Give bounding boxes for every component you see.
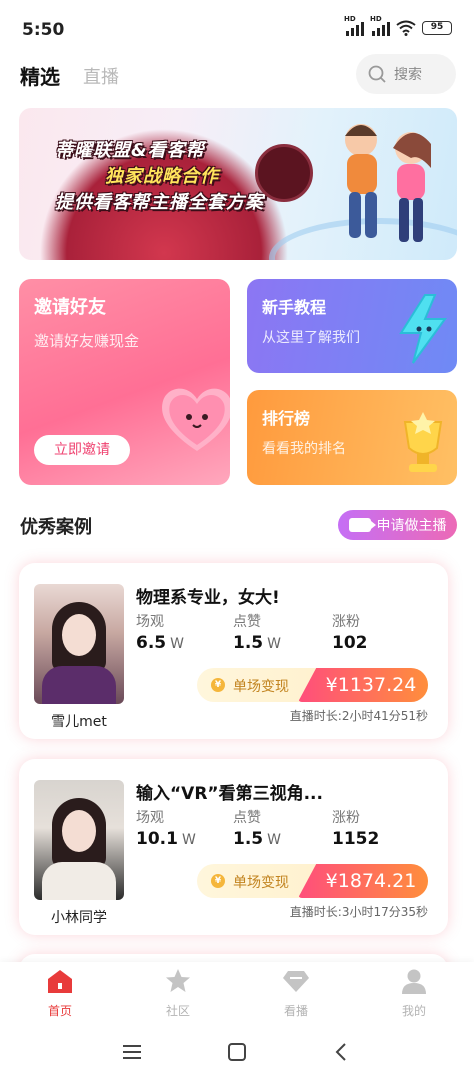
tutorial-title: 新手教程 (262, 298, 327, 317)
host-nickname: 小林同学 (51, 910, 107, 926)
tutorial-card[interactable]: 新手教程 从这里了解我们 (247, 279, 457, 373)
likes-value: 1.5 W (233, 633, 281, 653)
invite-friends-card[interactable]: 邀请好友 邀请好友赚现金 立即邀请 (19, 279, 230, 485)
home-square-icon[interactable] (223, 1040, 251, 1064)
avatar (34, 780, 124, 900)
back-icon[interactable] (328, 1040, 356, 1064)
trophy-icon (403, 412, 443, 472)
fans-label: 涨粉 (332, 810, 360, 826)
apply-host-label: 申请做主播 (376, 518, 447, 534)
ranking-title: 排行榜 (262, 409, 311, 428)
nav-watch-label: 看播 (283, 1004, 308, 1018)
banner-line-3: 提供看客帮主播全套方案 (55, 192, 264, 213)
tab-live[interactable]: 直播 (83, 63, 119, 89)
star-icon (166, 969, 190, 992)
person-icon (402, 969, 426, 994)
apply-host-button[interactable]: 申请做主播 (338, 510, 457, 540)
wifi-icon (396, 20, 416, 36)
nav-profile-label: 我的 (401, 1004, 426, 1018)
tab-featured[interactable]: 精选 (20, 61, 60, 90)
earnings-amount: ¥1137.24 (298, 668, 428, 702)
views-label: 场观 (136, 614, 164, 630)
nav-profile[interactable]: 我的 (374, 968, 454, 1019)
search-label: 搜索 (394, 67, 422, 83)
views-label: 场观 (136, 810, 164, 826)
fans-label: 涨粉 (332, 614, 360, 630)
coin-icon: ¥ (211, 874, 225, 888)
banner-line-2: 独家战略合作 (105, 166, 219, 187)
diamond-icon (283, 971, 309, 992)
views-number: 10.1 (136, 829, 178, 849)
coin-icon: ¥ (211, 678, 225, 692)
earnings-badge: ¥ 单场变现 ¥1137.24 (197, 668, 428, 702)
invite-subtitle: 邀请好友赚现金 (34, 332, 140, 350)
views-value: 6.5 W (136, 633, 184, 653)
ranking-card[interactable]: 排行榜 看看我的排名 (247, 390, 457, 485)
status-time: 5:50 (22, 20, 65, 40)
case-card[interactable]: 小林同学 输入“VR”看第三视角... 场观 点赞 涨粉 10.1 W 1.5 W … (19, 759, 448, 935)
views-value: 10.1 W (136, 829, 196, 849)
invite-now-button[interactable]: 立即邀请 (34, 435, 130, 465)
likes-unit: W (267, 832, 281, 848)
menu-icon[interactable] (118, 1040, 146, 1064)
cartoon-couple-illustration (345, 124, 431, 242)
status-icons: HD HD 95 (344, 15, 452, 36)
promo-banner[interactable]: 蒂曜联盟&看客帮 独家战略合作 提供看客帮主播全套方案 (19, 108, 457, 260)
status-bar: 5:50 HD HD 95 (0, 0, 474, 58)
nav-watch[interactable]: 看播 (256, 968, 336, 1019)
bottom-nav: 首页 社区 看播 我的 (0, 962, 474, 1026)
banner-text: 蒂曜联盟&看客帮 独家战略合作 提供看客帮主播全套方案 (55, 138, 264, 216)
likes-unit: W (267, 636, 281, 652)
host-nickname: 雪儿met (51, 714, 107, 730)
tutorial-subtitle: 从这里了解我们 (262, 330, 360, 346)
nav-home-label: 首页 (47, 1004, 72, 1018)
heart-icon (162, 388, 230, 451)
search-box[interactable]: 搜索 (356, 54, 456, 94)
live-duration: 直播时长:3小时17分35秒 (289, 905, 428, 919)
battery-icon: 95 (422, 21, 452, 35)
fans-value: 102 (332, 633, 368, 653)
camera-icon (348, 518, 376, 532)
home-icon (48, 970, 72, 993)
live-duration: 直播时长:2小时41分51秒 (289, 709, 428, 723)
invite-title: 邀请好友 (34, 297, 106, 318)
signal-hd-label: HD (344, 15, 356, 23)
section-title: 优秀案例 (20, 517, 92, 538)
signal-icon-2: HD (370, 15, 390, 36)
signal-hd-label-2: HD (370, 15, 382, 23)
earnings-badge: ¥ 单场变现 ¥1874.21 (197, 864, 428, 898)
likes-number: 1.5 (233, 829, 264, 849)
views-number: 6.5 (136, 633, 167, 653)
earnings-label: 单场变现 (233, 875, 289, 891)
likes-label: 点赞 (233, 614, 261, 630)
lightning-icon (399, 294, 447, 364)
views-unit: W (181, 832, 196, 848)
likes-value: 1.5 W (233, 829, 281, 849)
likes-number: 1.5 (233, 633, 264, 653)
nav-community-label: 社区 (165, 1004, 190, 1018)
ranking-subtitle: 看看我的排名 (262, 441, 346, 457)
avatar (34, 584, 124, 704)
system-nav-bar (0, 1026, 474, 1080)
nav-community[interactable]: 社区 (138, 968, 218, 1019)
banner-logo (255, 144, 313, 202)
likes-label: 点赞 (233, 810, 261, 826)
case-title: 物理系专业，女大! (136, 588, 280, 608)
signal-icon: HD (344, 15, 364, 36)
nav-home[interactable]: 首页 (20, 968, 100, 1019)
earnings-label: 单场变现 (233, 679, 289, 695)
earnings-amount: ¥1874.21 (298, 864, 428, 898)
case-title: 输入“VR”看第三视角... (136, 784, 323, 804)
search-icon (368, 65, 386, 83)
views-unit: W (170, 636, 184, 652)
fans-value: 1152 (332, 829, 380, 849)
banner-line-1: 蒂曜联盟&看客帮 (55, 140, 205, 161)
case-card[interactable]: 雪儿met 物理系专业，女大! 场观 点赞 涨粉 6.5 W 1.5 W 102 ¥… (19, 563, 448, 739)
